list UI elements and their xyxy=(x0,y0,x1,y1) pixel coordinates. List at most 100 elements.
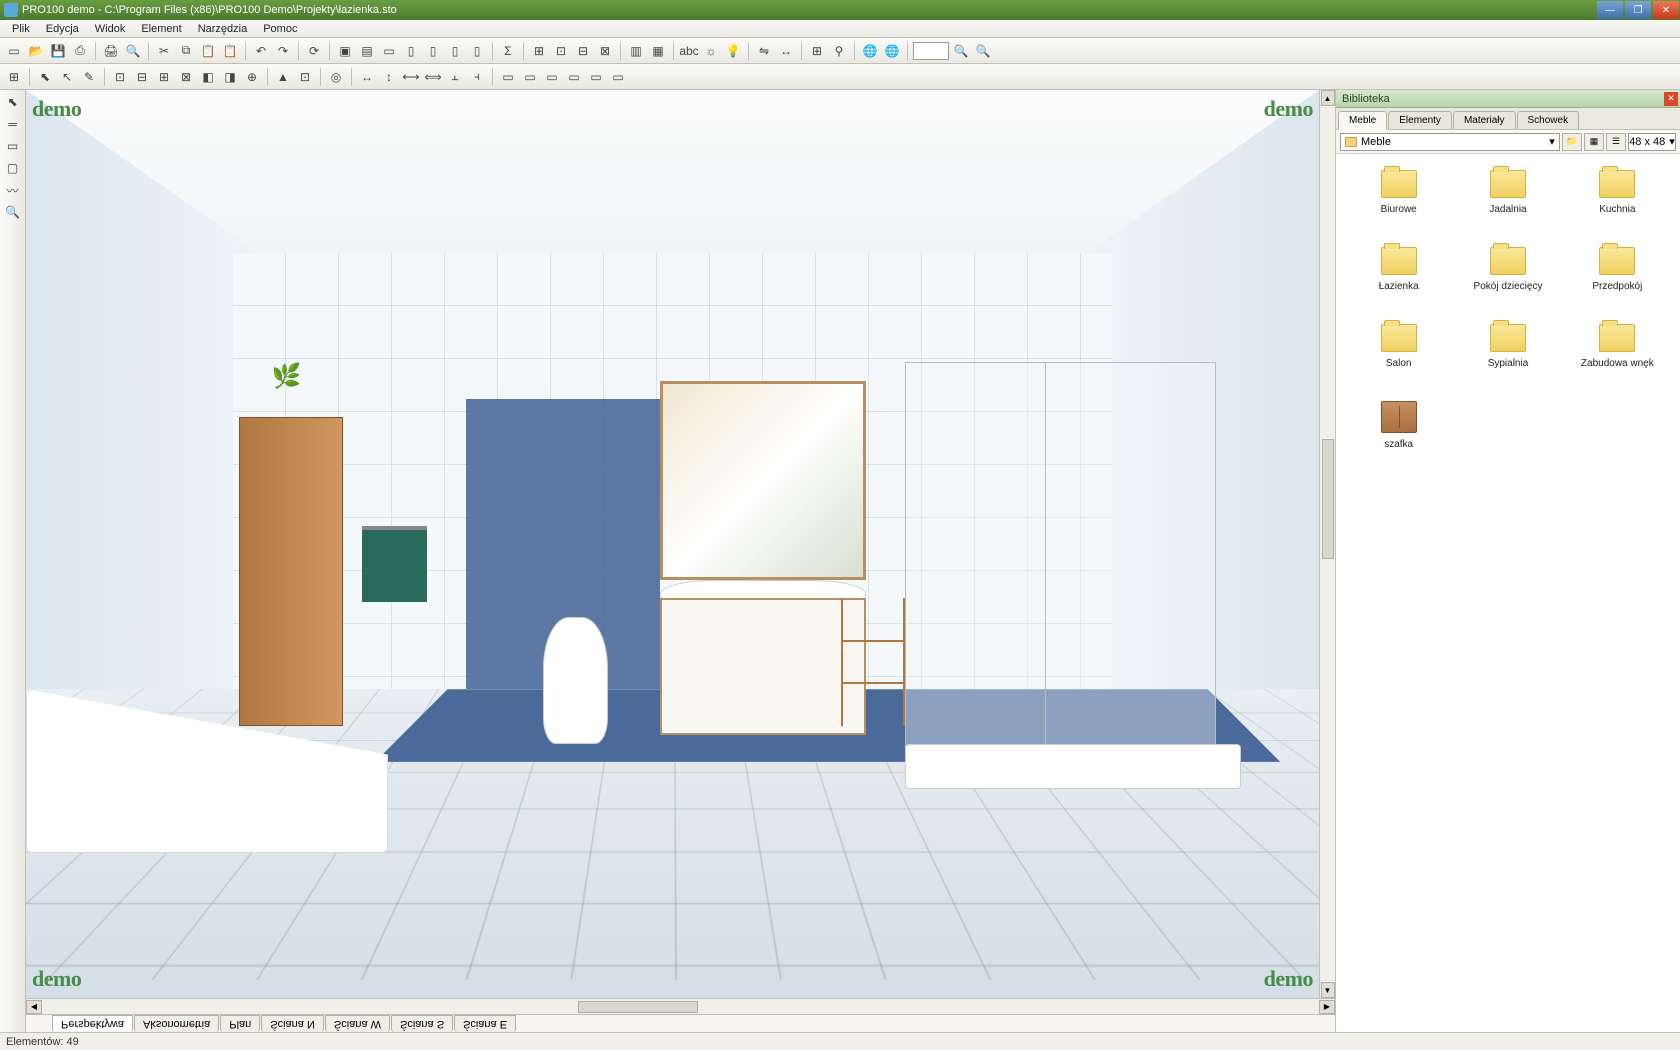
minimize-button[interactable]: ― xyxy=(1597,1,1623,19)
toolbar-value-input[interactable] xyxy=(913,42,949,60)
vanity-object[interactable] xyxy=(660,598,867,734)
grp4-button[interactable]: ⊠ xyxy=(176,67,196,87)
globe1-button[interactable]: 🌐 xyxy=(860,41,880,61)
align2-button[interactable]: ⊡ xyxy=(295,67,315,87)
target-button[interactable]: ◎ xyxy=(326,67,346,87)
front-button[interactable]: ▯ xyxy=(401,41,421,61)
menu-narzędzia[interactable]: Narzędzia xyxy=(190,21,256,37)
mirror-object[interactable] xyxy=(660,381,867,581)
view-tab-5[interactable]: Ściana S xyxy=(391,1015,453,1032)
new-button[interactable]: ▭ xyxy=(4,41,24,61)
view-tab-0[interactable]: Perspektywa xyxy=(52,1015,133,1032)
arr3-button[interactable]: ▭ xyxy=(542,67,562,87)
zoom-out-button[interactable]: 🔍 xyxy=(951,41,971,61)
view-tab-2[interactable]: Plan xyxy=(220,1015,260,1032)
cut-button[interactable]: ✂ xyxy=(154,41,174,61)
other-button[interactable]: ▯ xyxy=(467,41,487,61)
maximize-button[interactable]: ❐ xyxy=(1625,1,1651,19)
snap1-button[interactable]: ⊞ xyxy=(529,41,549,61)
vscroll-track[interactable] xyxy=(1321,106,1335,982)
library-tab-materiały[interactable]: Materiały xyxy=(1453,111,1516,129)
dim4-button[interactable]: ⟺ xyxy=(423,67,443,87)
grid2-button[interactable]: ⚲ xyxy=(829,41,849,61)
library-item-8[interactable]: Zabudowa wnęk xyxy=(1567,320,1668,373)
layer1-button[interactable]: ▥ xyxy=(626,41,646,61)
view-tab-3[interactable]: Ściana N xyxy=(261,1015,324,1032)
menu-plik[interactable]: Plik xyxy=(4,21,38,37)
towel-rail-object[interactable] xyxy=(362,526,427,653)
plan-button[interactable]: ▭ xyxy=(379,41,399,61)
hscroll-track[interactable] xyxy=(42,1000,1319,1014)
snap2-button[interactable]: ⊡ xyxy=(551,41,571,61)
library-view1-button[interactable]: ▦ xyxy=(1584,133,1604,151)
grp5-button[interactable]: ◧ xyxy=(198,67,218,87)
menu-element[interactable]: Element xyxy=(133,21,189,37)
shelf-object[interactable] xyxy=(841,598,906,725)
library-tab-elementy[interactable]: Elementy xyxy=(1388,111,1452,129)
copy-button[interactable]: ⧉ xyxy=(176,41,196,61)
library-tab-meble[interactable]: Meble xyxy=(1338,111,1387,130)
vscroll-thumb[interactable] xyxy=(1322,439,1334,559)
saveas-button[interactable]: ⎙ xyxy=(70,41,90,61)
scroll-down-arrow[interactable]: ▼ xyxy=(1321,982,1335,998)
scroll-up-arrow[interactable]: ▲ xyxy=(1321,90,1335,106)
dim6-button[interactable]: ⫞ xyxy=(467,67,487,87)
menu-pomoc[interactable]: Pomoc xyxy=(255,21,305,37)
library-item-1[interactable]: Jadalnia xyxy=(1457,166,1558,219)
snap4-button[interactable]: ⊠ xyxy=(595,41,615,61)
light1-button[interactable]: abc xyxy=(679,41,699,61)
library-close-button[interactable]: ✕ xyxy=(1664,92,1678,106)
arr5-button[interactable]: ▭ xyxy=(586,67,606,87)
library-item-0[interactable]: Biurowe xyxy=(1348,166,1449,219)
scroll-right-arrow[interactable]: ▶ xyxy=(1319,1000,1335,1014)
dim2-button[interactable]: ↕ xyxy=(379,67,399,87)
dim-button[interactable]: ↔ xyxy=(776,41,796,61)
back-button[interactable]: ▯ xyxy=(445,41,465,61)
side-button[interactable]: ▯ xyxy=(423,41,443,61)
save-button[interactable]: 💾 xyxy=(48,41,68,61)
library-up-button[interactable]: 📁 xyxy=(1562,133,1582,151)
help1-button[interactable]: ⇋ xyxy=(754,41,774,61)
grp1-button[interactable]: ⊡ xyxy=(110,67,130,87)
library-item-5[interactable]: Przedpokój xyxy=(1567,243,1668,296)
undo-button[interactable]: ↶ xyxy=(251,41,271,61)
hscroll-thumb[interactable] xyxy=(578,1001,698,1013)
grp2-button[interactable]: ⊟ xyxy=(132,67,152,87)
grp7-button[interactable]: ⊕ xyxy=(242,67,262,87)
zoom-tool[interactable]: 🔍 xyxy=(3,202,23,222)
sel1-button[interactable]: ⬉ xyxy=(35,67,55,87)
close-button[interactable]: ✕ xyxy=(1653,1,1679,19)
library-item-3[interactable]: Łazienka xyxy=(1348,243,1449,296)
ortho-button[interactable]: ▤ xyxy=(357,41,377,61)
library-item-6[interactable]: Salon xyxy=(1348,320,1449,373)
zoom-in-button[interactable]: 🔍 xyxy=(973,41,993,61)
align1-button[interactable]: ▲ xyxy=(273,67,293,87)
shape2-tool[interactable]: ▢ xyxy=(3,158,23,178)
print-button[interactable]: 🖨 xyxy=(101,41,121,61)
refresh-button[interactable]: ⟳ xyxy=(304,41,324,61)
open-button[interactable]: 📂 xyxy=(26,41,46,61)
library-item-4[interactable]: Pokój dziecięcy xyxy=(1457,243,1558,296)
wall-tool[interactable]: ═ xyxy=(3,114,23,134)
cabinet-object[interactable] xyxy=(239,417,342,726)
library-item-9[interactable]: szafka xyxy=(1348,397,1449,454)
menu-widok[interactable]: Widok xyxy=(87,21,134,37)
view-tab-4[interactable]: Ściana W xyxy=(325,1015,390,1032)
3d-button[interactable]: ▣ xyxy=(335,41,355,61)
sum-button[interactable]: Σ xyxy=(498,41,518,61)
paste-button[interactable]: 📋 xyxy=(198,41,218,61)
grid-button[interactable]: ⊞ xyxy=(4,67,24,87)
pointer-tool[interactable]: ⬉ xyxy=(3,92,23,112)
layer2-button[interactable]: ▦ xyxy=(648,41,668,61)
scroll-left-arrow[interactable]: ◀ xyxy=(26,1000,42,1014)
globe2-button[interactable]: 🌐 xyxy=(882,41,902,61)
dim5-button[interactable]: ⫠ xyxy=(445,67,465,87)
library-tab-schowek[interactable]: Schowek xyxy=(1517,111,1580,129)
redo-button[interactable]: ↷ xyxy=(273,41,293,61)
vertical-scrollbar[interactable]: ▲ ▼ xyxy=(1319,90,1335,998)
library-view2-button[interactable]: ☰ xyxy=(1606,133,1626,151)
viewport-canvas[interactable]: demo demo demo demo xyxy=(26,90,1319,998)
menu-edycja[interactable]: Edycja xyxy=(38,21,87,37)
shape3-tool[interactable]: 〰 xyxy=(3,180,23,200)
horizontal-scrollbar[interactable]: ◀ ▶ xyxy=(26,998,1335,1014)
